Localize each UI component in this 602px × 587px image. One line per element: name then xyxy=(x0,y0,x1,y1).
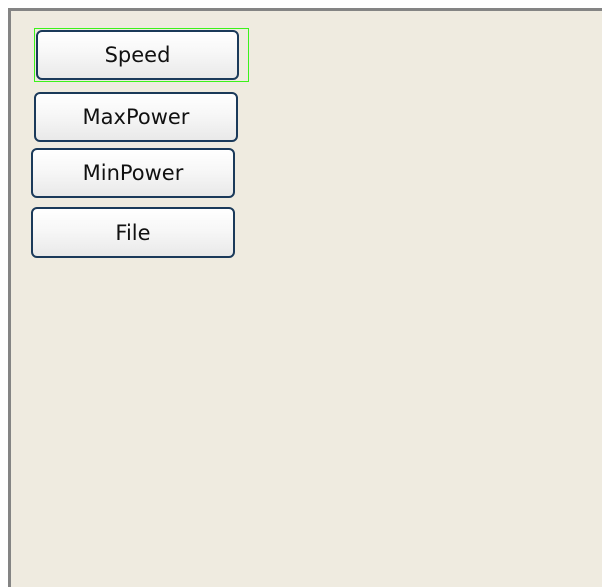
file-button[interactable]: File xyxy=(31,207,235,258)
speed-button[interactable]: Speed xyxy=(36,30,239,80)
min-power-button[interactable]: MinPower xyxy=(31,148,235,198)
max-power-button[interactable]: MaxPower xyxy=(34,92,238,142)
